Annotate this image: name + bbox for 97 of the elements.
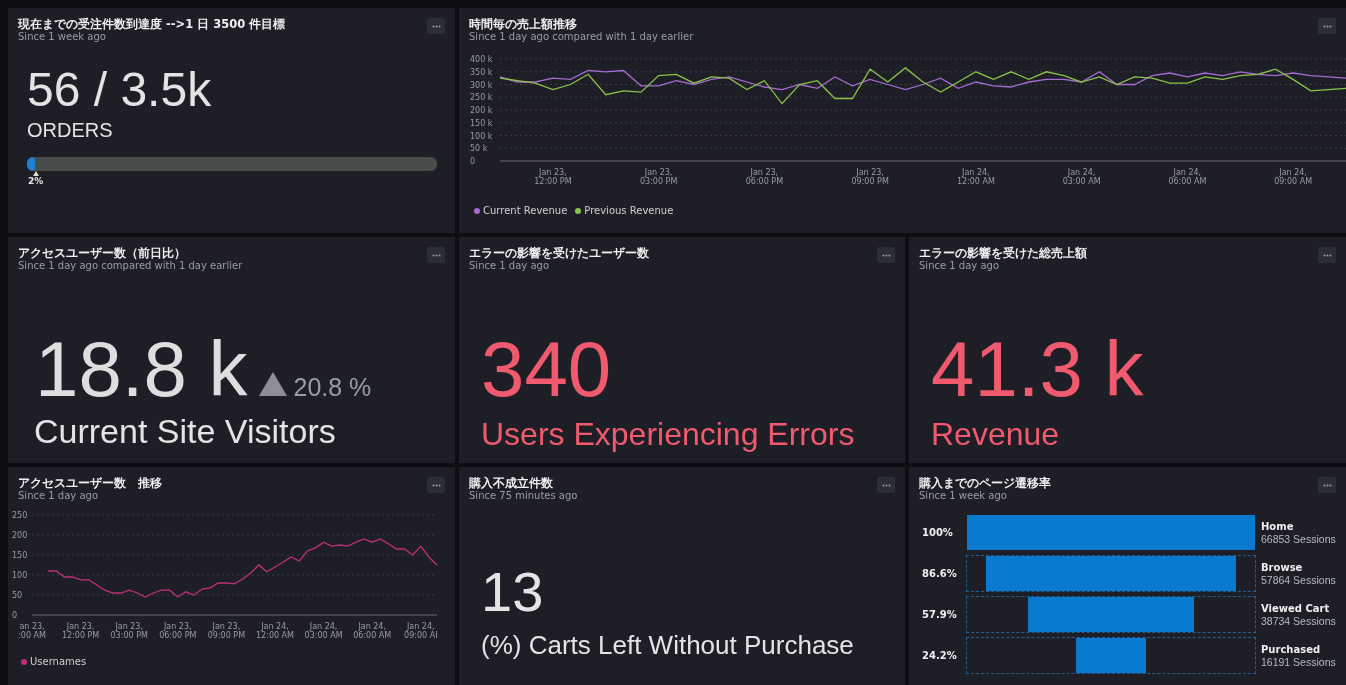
axis-label: 50 xyxy=(12,591,23,600)
more-button[interactable] xyxy=(427,247,445,263)
axis-label: 200 k xyxy=(470,106,493,115)
axis-label: 0 xyxy=(470,157,476,166)
axis-label: Jan 24, 09:00 AM xyxy=(1274,168,1313,186)
axis-label: 250 k xyxy=(470,93,493,103)
stage-name: Home xyxy=(1261,519,1295,533)
stage-name: Purchased xyxy=(1261,642,1322,656)
panel-subtitle: Since 1 week ago xyxy=(18,31,107,43)
axis-label: Jan 23, 09:00 PM xyxy=(207,622,246,640)
metric-unit: ORDERS xyxy=(27,120,114,140)
metric-label: Users Experiencing Errors xyxy=(481,418,856,450)
more-icon xyxy=(1322,253,1332,257)
progress-label: 2% xyxy=(27,176,44,186)
stage-sessions: 66853 Sessions xyxy=(1261,532,1336,546)
axis-label: 350 k xyxy=(470,67,493,77)
axis-label: 400 k xyxy=(470,55,493,64)
funnel-percent: 100% xyxy=(922,527,954,538)
legend-label: Previous Revenue xyxy=(584,205,674,216)
stage-sessions: 16191 Sessions xyxy=(1261,655,1336,669)
axis-label: an 23, :00 AM xyxy=(18,622,46,640)
metric-value: 41.3 k xyxy=(931,330,1145,408)
funnel-percent: 57.9% xyxy=(922,609,958,620)
axis-label: Jan 24, 12:00 AM xyxy=(256,622,294,640)
panel-title: エラーの影響を受けたユーザー数 xyxy=(469,247,649,260)
metric-label: Current Site Visitors xyxy=(34,414,337,448)
panel-title: アクセスユーザー数 推移 xyxy=(18,477,162,490)
panel-title: 購入までのページ遷移率 xyxy=(919,477,1051,490)
more-button[interactable] xyxy=(1318,18,1336,34)
axis-label: Jan 24, 06:00 AM xyxy=(1168,168,1207,186)
metric-value: 18.8 k xyxy=(35,330,248,408)
panel-title: エラーの影響を受けた総売上額 xyxy=(919,247,1087,260)
legend-label: Current Revenue xyxy=(483,205,568,216)
axis-label: Jan 24, 09:00 AI xyxy=(404,622,438,640)
metric-value: 13 xyxy=(481,564,545,620)
axis-label: Jan 24, 03:00 AM xyxy=(304,622,343,640)
legend-dot xyxy=(21,658,27,665)
axis-label: 0 xyxy=(12,611,18,620)
panel-title: 時間毎の売上額推移 xyxy=(469,18,578,31)
axis-label: 200 xyxy=(12,531,28,540)
axis-label: 300 k xyxy=(470,80,493,90)
metric-value: 56 / 3.5k xyxy=(27,66,213,114)
axis-label: Jan 23, 12:00 PM xyxy=(61,622,100,640)
axis-label: 150 k xyxy=(470,118,493,128)
more-button[interactable] xyxy=(877,247,895,263)
more-icon xyxy=(431,483,441,487)
more-button[interactable] xyxy=(427,477,445,493)
axis-label: Jan 23, 06:00 PM xyxy=(159,622,197,640)
axis-label: Jan 23, 06:00 PM xyxy=(745,168,784,186)
axis-label: 150 xyxy=(12,551,28,560)
stage-sessions: 57864 Sessions xyxy=(1261,573,1336,587)
metric-label: Revenue xyxy=(931,418,1061,450)
funnel-percent: 86.6% xyxy=(922,568,958,579)
triangle-up-icon xyxy=(32,171,39,176)
stage-name: Viewed Cart xyxy=(1261,601,1331,615)
stage-sessions: 38734 Sessions xyxy=(1261,614,1336,628)
axis-label: 100 xyxy=(12,571,28,580)
funnel-percent: 24.2% xyxy=(922,650,958,661)
more-icon xyxy=(431,253,441,257)
axis-label: Jan 23, 12:00 PM xyxy=(534,168,572,186)
panel-subtitle: Since 1 day ago compared with 1 day earlier xyxy=(469,31,694,43)
more-button[interactable] xyxy=(877,477,895,493)
more-button[interactable] xyxy=(1318,477,1336,493)
axis-label: Jan 23, 03:00 PM xyxy=(639,168,678,186)
legend-label: Usernames xyxy=(30,656,87,667)
panel-title: 購入不成立件数 xyxy=(469,477,554,490)
panel-title: 現在までの受注件数到達度 -->1 日 3500 件目標 xyxy=(18,18,286,31)
metric-label: (%) Carts Left Without Purchase xyxy=(481,632,855,658)
axis-label: Jan 24, 12:00 AM xyxy=(956,168,995,186)
more-icon xyxy=(881,253,891,257)
panel-subtitle: Since 1 day ago xyxy=(18,490,99,502)
more-button[interactable] xyxy=(1318,247,1336,263)
more-button[interactable] xyxy=(427,18,445,34)
metric-value: 340 xyxy=(481,330,613,408)
more-icon xyxy=(1322,483,1332,487)
more-icon xyxy=(431,24,441,28)
more-icon xyxy=(1322,24,1332,28)
panel-title: アクセスユーザー数（前日比） xyxy=(18,247,187,260)
panel-subtitle: Since 1 day ago xyxy=(469,260,550,272)
triangle-up-icon xyxy=(259,372,288,396)
panel-subtitle: Since 1 day ago xyxy=(919,260,1000,272)
panel-subtitle: Since 75 minutes ago xyxy=(469,490,578,502)
more-icon xyxy=(881,483,891,487)
legend-dot xyxy=(575,207,582,214)
axis-label: 100 k xyxy=(470,131,493,141)
stage-name: Browse xyxy=(1261,560,1304,574)
panel-subtitle: Since 1 day ago compared with 1 day earlier xyxy=(18,260,243,272)
panel-subtitle: Since 1 week ago xyxy=(919,490,1008,502)
axis-label: Jan 24, 03:00 AM xyxy=(1062,168,1101,186)
funnel-bar xyxy=(1076,638,1146,673)
axis-label: Jan 23, 09:00 PM xyxy=(851,168,889,186)
axis-label: Jan 23, 03:00 PM xyxy=(110,622,148,640)
axis-label: 250 xyxy=(12,511,28,520)
legend-dot xyxy=(474,207,480,214)
change-value: 20.8 % xyxy=(293,375,372,400)
axis-label: Jan 24, 06:00 AM xyxy=(353,622,392,640)
axis-label: 50 k xyxy=(470,144,488,154)
